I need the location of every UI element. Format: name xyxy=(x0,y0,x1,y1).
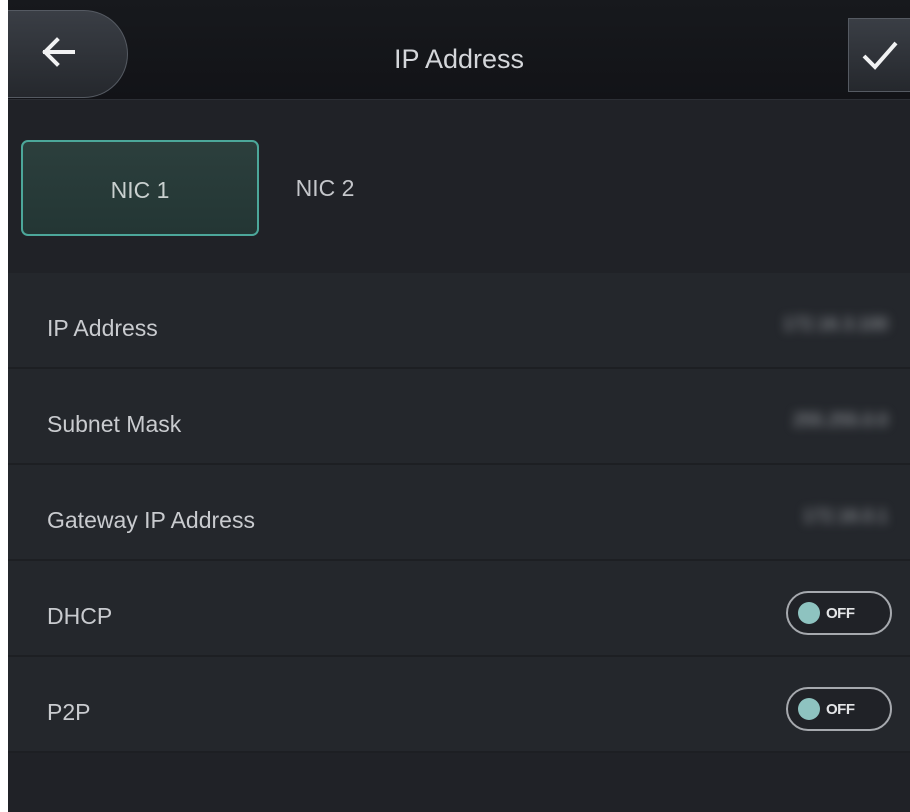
tab-nic-2[interactable]: NIC 2 xyxy=(265,140,385,236)
dhcp-label: DHCP xyxy=(47,603,113,629)
p2p-label: P2P xyxy=(47,699,91,725)
checkmark-icon xyxy=(862,41,898,70)
page-title: IP Address xyxy=(393,44,525,74)
dhcp-row: DHCP OFF xyxy=(8,561,910,657)
arrow-left-icon xyxy=(42,37,75,67)
toggle-knob xyxy=(798,698,820,720)
ip-address-value: 172.16.3.100 xyxy=(782,314,888,334)
p2p-row: P2P OFF xyxy=(8,657,910,753)
subnet-mask-row[interactable]: Subnet Mask 255.255.0.0 xyxy=(8,369,910,465)
subnet-mask-value: 255.255.0.0 xyxy=(792,410,888,430)
p2p-toggle[interactable]: OFF xyxy=(786,687,892,731)
ip-address-screen: IP Address NIC 1 NIC 2 IP Address 172.16… xyxy=(8,0,910,812)
back-button[interactable] xyxy=(8,10,128,98)
gateway-value: 172.16.0.1 xyxy=(802,506,888,526)
p2p-toggle-state: OFF xyxy=(826,701,855,718)
ip-address-row[interactable]: IP Address 172.16.3.100 xyxy=(8,273,910,369)
network-settings-list: IP Address 172.16.3.100 Subnet Mask 255.… xyxy=(8,273,910,753)
dhcp-toggle-state: OFF xyxy=(826,605,855,622)
footer-area xyxy=(8,765,910,812)
confirm-button[interactable] xyxy=(848,18,910,92)
ip-address-label: IP Address xyxy=(47,315,158,341)
header-bar: IP Address xyxy=(8,0,910,100)
gateway-row[interactable]: Gateway IP Address 172.16.0.1 xyxy=(8,465,910,561)
tab-nic-1[interactable]: NIC 1 xyxy=(21,140,259,236)
nic-tab-bar: NIC 1 NIC 2 xyxy=(8,100,910,273)
gateway-label: Gateway IP Address xyxy=(47,507,255,533)
toggle-knob xyxy=(798,602,820,624)
subnet-mask-label: Subnet Mask xyxy=(47,411,182,437)
dhcp-toggle[interactable]: OFF xyxy=(786,591,892,635)
